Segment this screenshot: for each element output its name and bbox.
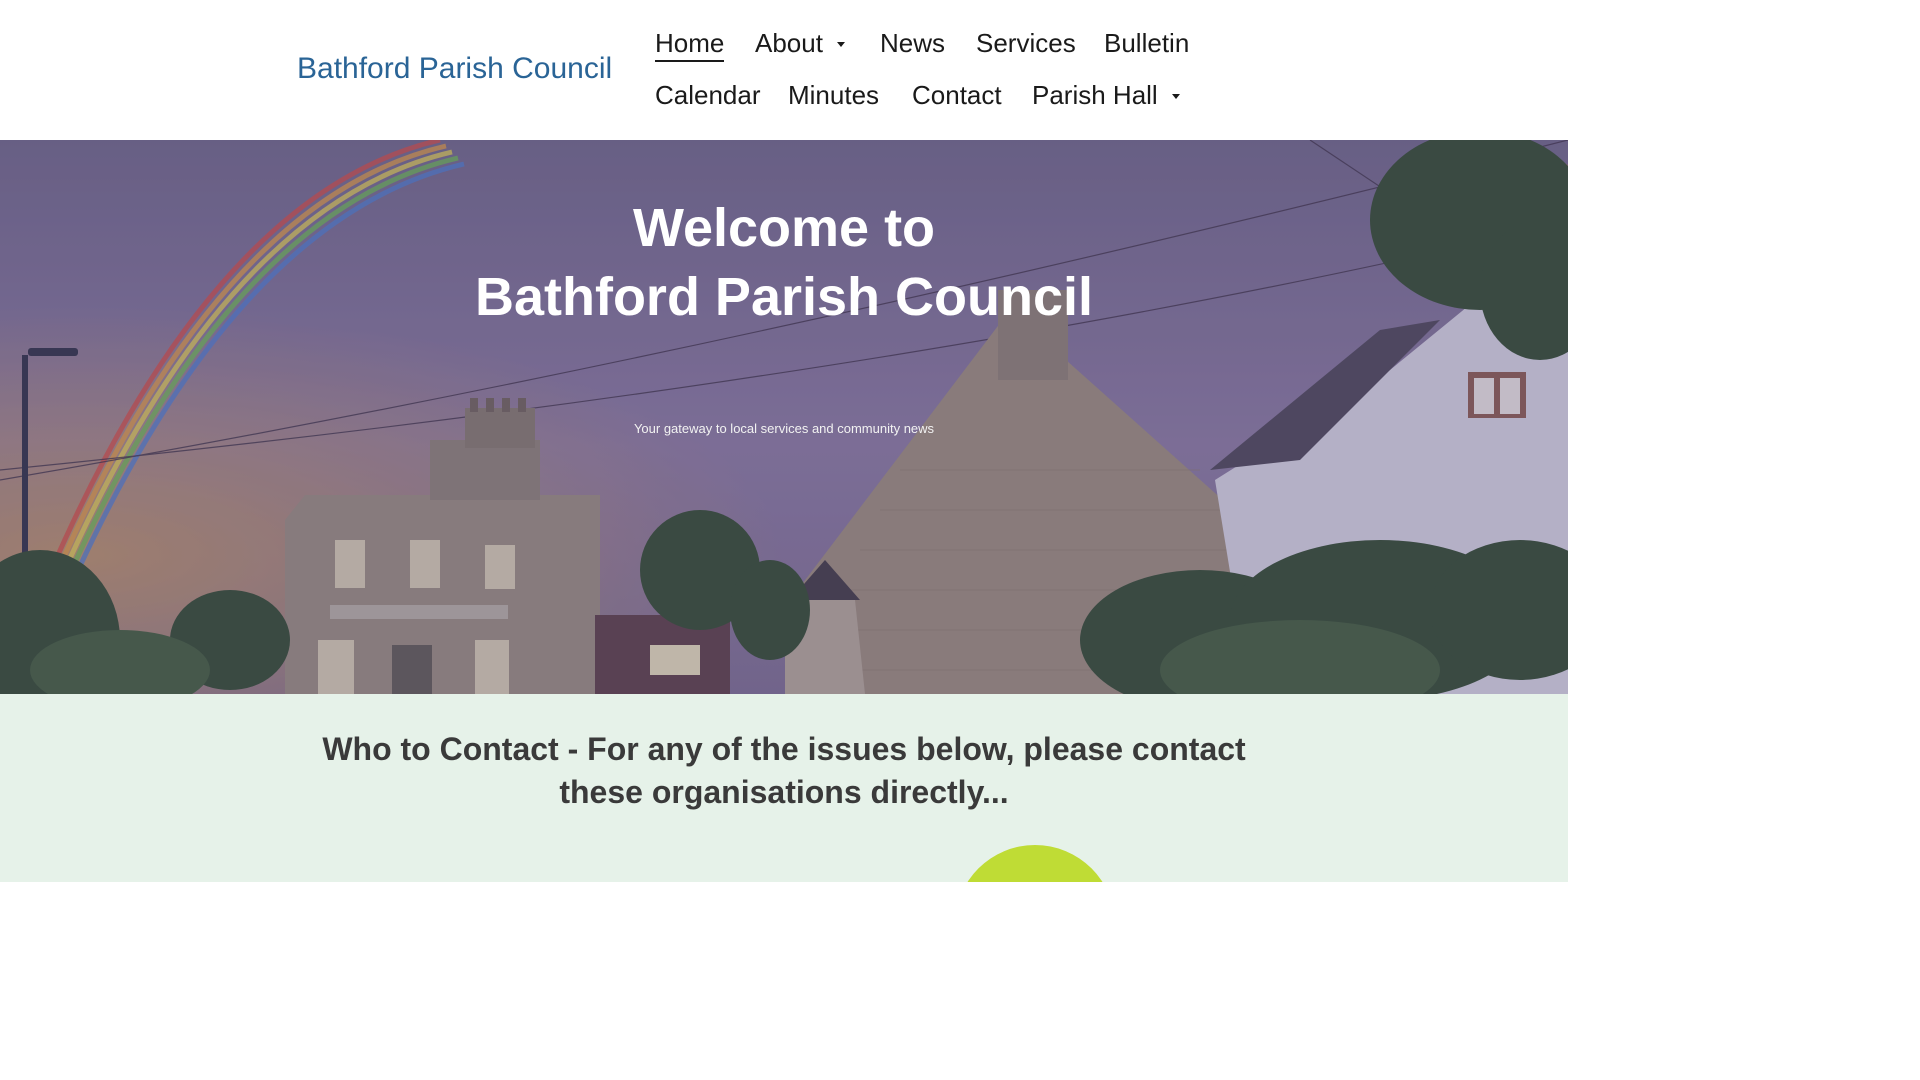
nav-news[interactable]: News: [880, 28, 945, 59]
caret-down-icon[interactable]: [1171, 94, 1180, 99]
hero-subtitle: Your gateway to local services and commu…: [633, 421, 935, 436]
site-title-link[interactable]: Bathford Parish Council: [297, 52, 612, 86]
who-to-contact-heading: Who to Contact - For any of the issues b…: [322, 731, 1246, 810]
nav-calendar[interactable]: Calendar: [655, 80, 761, 111]
hero-title-line-2: Bathford Parish Council: [474, 267, 1094, 327]
nav-news-label: News: [880, 28, 946, 58]
who-to-contact-section: Who to Contact - For any of the issues b…: [0, 694, 1568, 882]
nav-home[interactable]: Home: [655, 28, 725, 62]
nav-minutes[interactable]: Minutes: [788, 80, 879, 111]
service-icon-circle: [955, 845, 1115, 882]
site-header: Bathford Parish Council Home About News …: [0, 0, 1568, 140]
hero-title: Welcome to Bathford Parish Council: [0, 194, 1568, 332]
nav-parish-hall[interactable]: Parish Hall: [1032, 80, 1180, 111]
nav-minutes-label: Minutes: [788, 80, 880, 110]
nav-parish-hall-label: Parish Hall: [1032, 80, 1158, 110]
nav-about-label: About: [755, 28, 823, 58]
caret-down-icon[interactable]: [836, 42, 845, 47]
nav-bulletin-label: Bulletin: [1104, 28, 1190, 58]
hero-section: Welcome to Bathford Parish Council Your …: [0, 140, 1568, 694]
nav-services[interactable]: Services: [976, 28, 1076, 59]
nav-contact-label: Contact: [912, 80, 1002, 110]
nav-about[interactable]: About: [755, 28, 845, 59]
nav-services-label: Services: [976, 28, 1076, 58]
nav-bulletin[interactable]: Bulletin: [1104, 28, 1189, 59]
nav-contact[interactable]: Contact: [912, 80, 1002, 111]
nav-home-label: Home: [655, 28, 725, 62]
hero-title-line-1: Welcome to: [632, 198, 936, 258]
nav-calendar-label: Calendar: [655, 80, 761, 110]
